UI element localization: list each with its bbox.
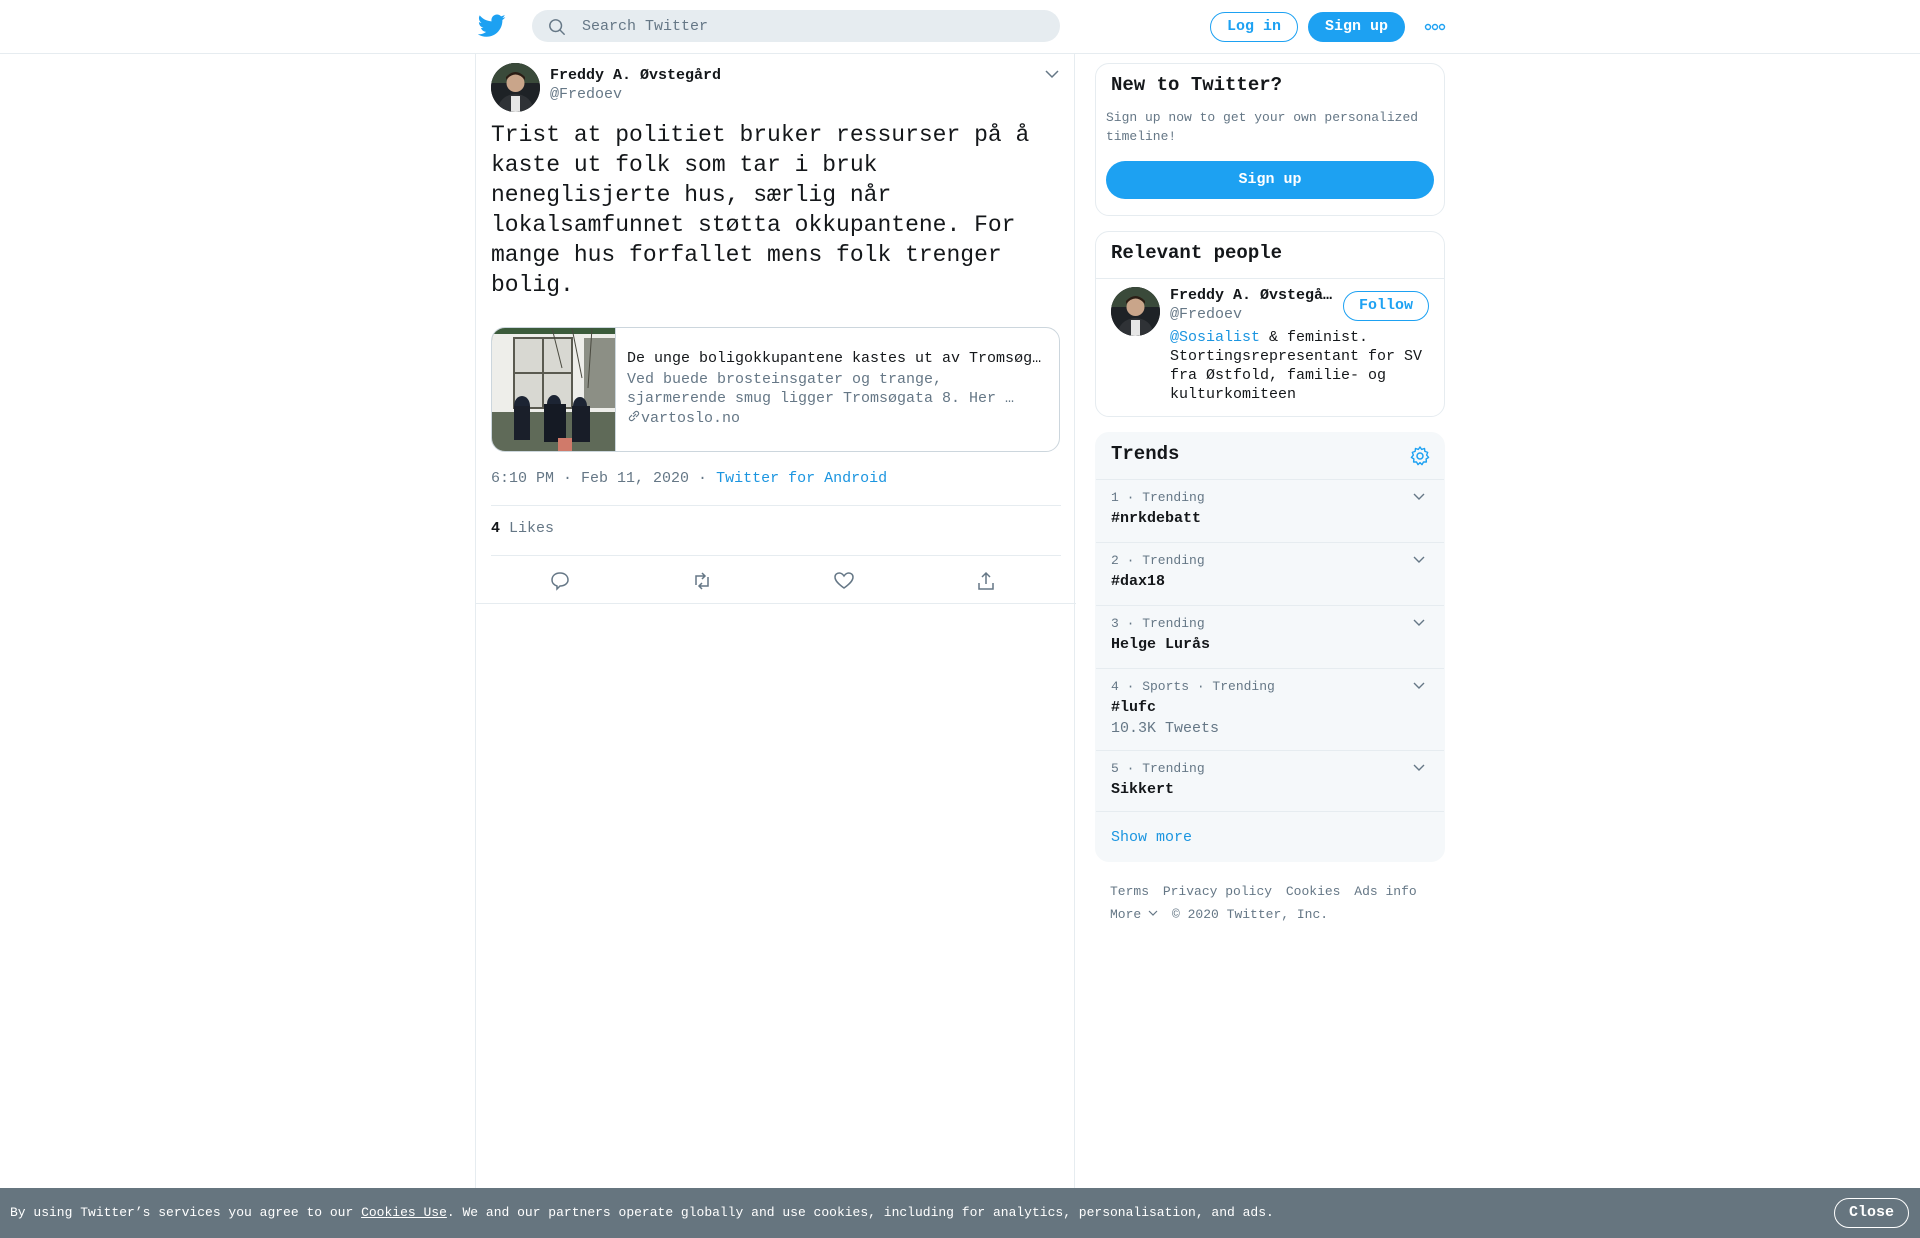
bio-mention-link[interactable]: @Sosialist	[1170, 329, 1260, 346]
twitter-logo-icon[interactable]	[478, 14, 506, 38]
panel-title: Relevant people	[1111, 242, 1283, 264]
search-input[interactable]: Search Twitter	[582, 18, 708, 35]
tweet-source-link[interactable]: Twitter for Android	[716, 470, 887, 487]
share-icon[interactable]	[975, 570, 997, 592]
trend-meta: 5 · Trending	[1111, 761, 1205, 776]
footer-cookies-link[interactable]: Cookies	[1286, 884, 1341, 899]
footer-copyright: © 2020 Twitter, Inc.	[1172, 907, 1329, 922]
trend-tweet-count: 10.3K Tweets	[1111, 720, 1220, 737]
trend-name: #dax18	[1111, 573, 1166, 590]
trend-name: #lufc	[1111, 699, 1157, 716]
signup-button[interactable]: Sign up	[1308, 12, 1405, 42]
show-more-trends[interactable]: Show more	[1096, 811, 1444, 861]
person-name[interactable]: Freddy A. Øvstegård	[1170, 287, 1340, 304]
tweet-actions	[476, 556, 1076, 604]
likes-count: 4	[491, 520, 501, 537]
card-thumbnail	[492, 328, 616, 451]
avatar-image	[491, 63, 540, 112]
search-bar[interactable]: Search Twitter	[532, 10, 1060, 42]
divider	[1096, 278, 1444, 279]
tweet-text: Trist at politiet bruker ressurser på å …	[491, 122, 1044, 298]
link-icon	[628, 410, 640, 422]
reply-icon[interactable]	[549, 570, 571, 592]
follow-button[interactable]: Follow	[1343, 291, 1429, 321]
card-title: De unge boligokkupantene kastes ut av Tr…	[627, 350, 1047, 367]
gear-icon[interactable]	[1409, 445, 1431, 467]
cookie-consent-bar: By using Twitter’s services you agree to…	[0, 1188, 1920, 1238]
panel-subtitle: Sign up now to get your own personalized…	[1106, 110, 1419, 144]
author-name[interactable]: Freddy A. Øvstegård	[550, 67, 721, 84]
trend-item[interactable]: 1 · Trending #nrkdebatt	[1096, 479, 1444, 542]
avatar-image	[1111, 287, 1160, 336]
person-handle[interactable]: @Fredoev	[1170, 306, 1242, 323]
author-avatar[interactable]	[491, 63, 540, 112]
card-domain-row: vartoslo.no	[627, 409, 740, 427]
likes-stat[interactable]: 4 Likes	[491, 520, 554, 537]
panel-title: Trends	[1111, 443, 1180, 465]
trend-name: #nrkdebatt	[1111, 510, 1202, 527]
cookie-text-end: . We and our partners operate globally a…	[446, 1205, 1274, 1220]
trend-meta: 1 · Trending	[1111, 490, 1205, 505]
cookie-text-start: By using Twitter’s services you agree to…	[10, 1205, 362, 1220]
tweet-column: Freddy A. Øvstegård @Fredoev Trist at po…	[475, 54, 1076, 1188]
show-more-label: Show more	[1111, 829, 1193, 846]
footer-ads-link[interactable]: Ads info	[1354, 884, 1416, 899]
person-avatar[interactable]	[1111, 287, 1160, 336]
cookie-message: By using Twitter’s services you agree to…	[10, 1205, 1274, 1220]
likes-label: Likes	[509, 520, 555, 537]
card-domain: vartoslo.no	[641, 410, 741, 427]
link-card[interactable]: De unge boligokkupantene kastes ut av Tr…	[491, 327, 1060, 452]
panel-title: New to Twitter?	[1111, 74, 1283, 96]
footer-more-menu[interactable]: More	[1110, 907, 1158, 922]
divider	[491, 505, 1061, 506]
sidebar-signup-button[interactable]: Sign up	[1106, 161, 1434, 199]
footer-links: Terms Privacy policy Cookies Ads info Mo…	[1110, 880, 1440, 926]
trend-item[interactable]: 5 · Trending Sikkert	[1096, 750, 1444, 811]
top-nav: Search Twitter Log in Sign up	[0, 0, 1920, 54]
footer-privacy-link[interactable]: Privacy policy	[1163, 884, 1272, 899]
author-handle[interactable]: @Fredoev	[550, 86, 622, 103]
card-description: Ved buede brosteinsgater og trange, sjar…	[627, 371, 1015, 407]
trend-item[interactable]: 3 · Trending Helge Lurås	[1096, 605, 1444, 668]
search-icon	[549, 19, 565, 35]
trend-meta: 2 · Trending	[1111, 553, 1205, 568]
tweet-meta: 6:10 PM · Feb 11, 2020 · Twitter for And…	[491, 470, 887, 487]
trends-panel: Trends 1 · Trending #nrkdebatt 2 · Trend…	[1095, 432, 1445, 862]
chevron-down-icon[interactable]	[1412, 555, 1426, 565]
tweet-timestamp[interactable]: 6:10 PM · Feb 11, 2020 ·	[491, 470, 707, 487]
footer-terms-link[interactable]: Terms	[1110, 884, 1149, 899]
chevron-down-icon	[1148, 910, 1158, 916]
relevant-people-panel: Relevant people Freddy A. Øvstegård @Fre…	[1095, 231, 1445, 417]
chevron-down-icon[interactable]	[1412, 681, 1426, 691]
chevron-down-icon[interactable]	[1044, 68, 1060, 80]
trend-item[interactable]: 2 · Trending #dax18	[1096, 542, 1444, 605]
like-heart-icon[interactable]	[833, 570, 855, 592]
more-options-icon[interactable]	[1424, 20, 1446, 34]
trend-item[interactable]: 4 · Sports · Trending #lufc 10.3K Tweets	[1096, 668, 1444, 750]
cookies-use-link[interactable]: Cookies Use	[361, 1205, 447, 1220]
trend-meta: 4 · Sports · Trending	[1111, 679, 1275, 694]
trend-name: Helge Lurås	[1111, 636, 1211, 653]
login-button[interactable]: Log in	[1210, 12, 1298, 42]
retweet-icon[interactable]	[691, 570, 713, 592]
new-to-twitter-panel: New to Twitter? Sign up now to get your …	[1095, 63, 1445, 216]
chevron-down-icon[interactable]	[1412, 492, 1426, 502]
footer-more-label: More	[1110, 907, 1142, 922]
chevron-down-icon[interactable]	[1412, 618, 1426, 628]
cookie-close-button[interactable]: Close	[1834, 1198, 1909, 1228]
trend-meta: 3 · Trending	[1111, 616, 1205, 631]
trend-name: Sikkert	[1111, 781, 1175, 798]
chevron-down-icon[interactable]	[1412, 763, 1426, 773]
person-bio: @Sosialist & feminist. Stortingsrepresen…	[1170, 328, 1435, 404]
